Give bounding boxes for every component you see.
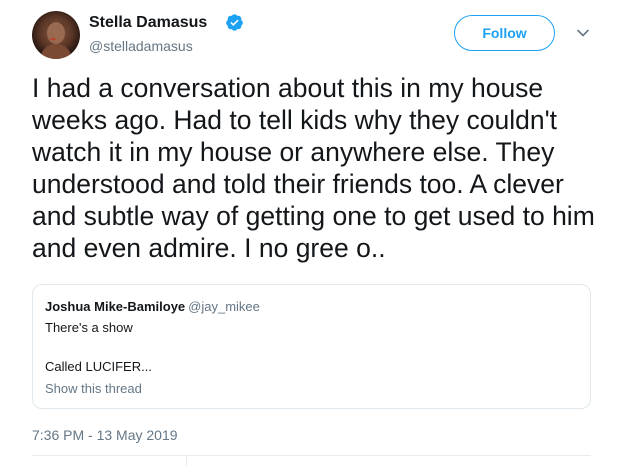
author-name[interactable]: Stella Damasus	[89, 13, 207, 33]
profile-photo-icon	[40, 22, 72, 59]
quoted-tweet[interactable]: Joshua Mike-Bamiloye @jay_mikee There's a…	[32, 284, 591, 409]
divider	[32, 455, 591, 456]
quoted-author-name: Joshua Mike-Bamiloye	[45, 299, 186, 314]
tweet-card: Stella Damasus @stelladamasus Follow I h…	[0, 0, 622, 466]
author-handle[interactable]: @stelladamasus	[89, 37, 193, 55]
quoted-author-handle: @jay_mikee	[188, 299, 260, 314]
show-thread-link[interactable]: Show this thread	[45, 381, 142, 397]
chevron-down-icon[interactable]	[576, 26, 590, 40]
quoted-tweet-text-line-2: Called LUCIFER...	[45, 359, 152, 374]
avatar[interactable]	[32, 11, 80, 59]
follow-button[interactable]: Follow	[454, 15, 555, 51]
quoted-tweet-text-line-1: There's a show	[45, 320, 133, 335]
divider-tick	[186, 455, 187, 466]
tweet-timestamp[interactable]: 7:36 PM - 13 May 2019	[32, 426, 178, 444]
tweet-text: I had a conversation about this in my ho…	[32, 73, 595, 263]
verified-badge-icon	[226, 14, 243, 31]
quoted-tweet-author: Joshua Mike-Bamiloye @jay_mikee	[45, 299, 260, 315]
